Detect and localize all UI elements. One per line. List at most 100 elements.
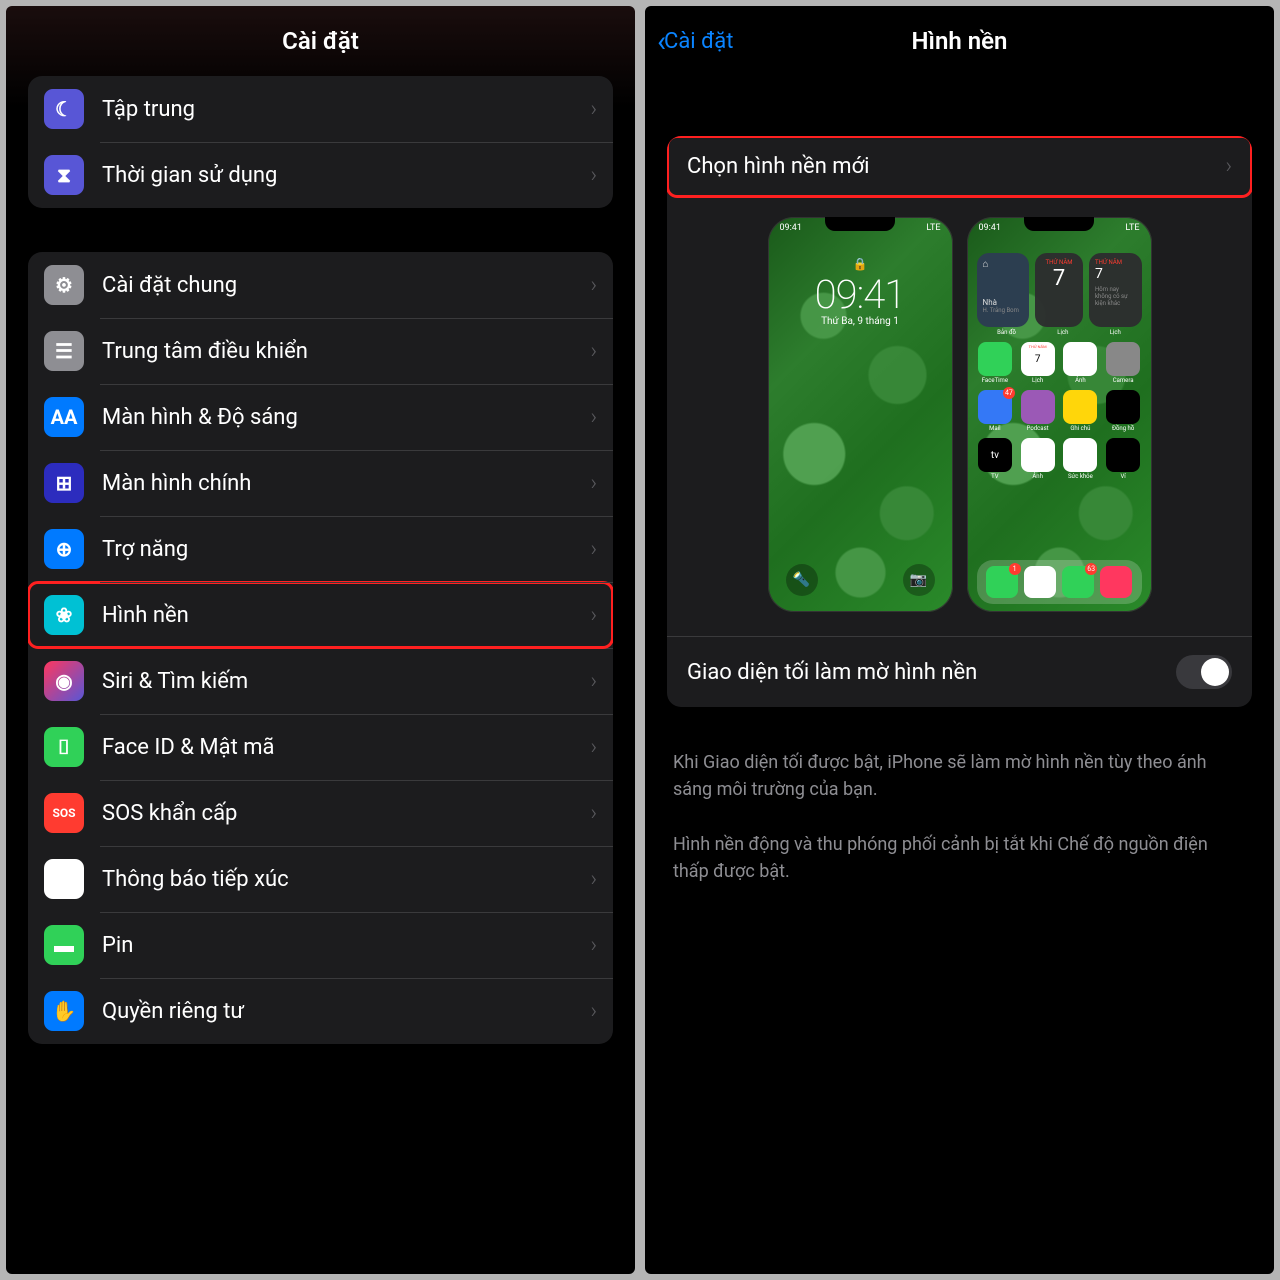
app-camera: Camera bbox=[1105, 342, 1142, 384]
dock-app-messages: 63 bbox=[1062, 566, 1094, 598]
chevron-right-icon: › bbox=[590, 735, 597, 760]
chevron-right-icon: › bbox=[590, 163, 597, 188]
wallpaper-group: Chọn hình nền mới › 09:41LTE 🔒 09:41 Thứ… bbox=[667, 136, 1252, 707]
settings-row-m-n-h-nh-s-ng[interactable]: AAMàn hình & Độ sáng› bbox=[28, 384, 613, 450]
settings-group-main: ⚙Cài đặt chung›☰Trung tâm điều khiển›AAM… bbox=[28, 252, 613, 1044]
settings-row-m-n-h-nh-ch-nh[interactable]: ⊞ Màn hình chính› bbox=[28, 450, 613, 516]
settings-row-face-id-m-t-m-[interactable]: ⌷ Face ID & Mật mã› bbox=[28, 714, 613, 780]
lock-date: Thứ Ba, 9 tháng 1 bbox=[821, 316, 899, 327]
siri-icon: ◉ bbox=[44, 661, 84, 701]
settings-row-sos-kh-n-c-p[interactable]: SOS SOS khẩn cấp› bbox=[28, 780, 613, 846]
row-label: Thời gian sử dụng bbox=[102, 163, 590, 188]
app-đồng hồ: Đồng hồ bbox=[1105, 390, 1142, 432]
row-label: Tập trung bbox=[102, 97, 590, 122]
settings-panel: Cài đặt ☾Tập trung›⧗Thời gian sử dụng› ⚙… bbox=[6, 6, 635, 1274]
back-label: Cài đặt bbox=[664, 29, 733, 54]
moon-icon: ☾ bbox=[44, 89, 84, 129]
settings-row-pin[interactable]: ▬ Pin› bbox=[28, 912, 613, 978]
lock-screen-preview[interactable]: 09:41LTE 🔒 09:41 Thứ Ba, 9 tháng 1 🔦 📷 bbox=[768, 217, 953, 612]
header: ‹ Cài đặt Hình nền bbox=[645, 6, 1274, 76]
header: Cài đặt bbox=[6, 6, 635, 76]
chevron-right-icon: › bbox=[590, 603, 597, 628]
chevron-right-icon: › bbox=[590, 933, 597, 958]
app-ví: Ví bbox=[1105, 438, 1142, 480]
apps-grid: FaceTimeTHỨ NĂM7LịchẢnhCamera47MailPodca… bbox=[977, 342, 1142, 480]
dim-wallpaper-row[interactable]: Giao diện tối làm mờ hình nền bbox=[667, 636, 1252, 707]
app-ghi chú: Ghi chú bbox=[1062, 390, 1099, 432]
lock-time: 09:41 bbox=[815, 271, 906, 318]
settings-row-siri-t-m-ki-m[interactable]: ◉Siri & Tìm kiếm› bbox=[28, 648, 613, 714]
row-label: SOS khẩn cấp bbox=[102, 801, 590, 826]
row-label: Pin bbox=[102, 933, 590, 958]
chevron-right-icon: › bbox=[590, 339, 597, 364]
page-title: Cài đặt bbox=[282, 27, 359, 55]
settings-row-h-nh-n-n[interactable]: ❀Hình nền› bbox=[28, 582, 613, 648]
events-widget: THỨ NĂM 7 Hôm nay không có sự kiện khác bbox=[1089, 253, 1142, 327]
wallpaper-previews: 09:41LTE 🔒 09:41 Thứ Ba, 9 tháng 1 🔦 📷 bbox=[667, 197, 1252, 636]
settings-group-focus: ☾Tập trung›⧗Thời gian sử dụng› bbox=[28, 76, 613, 208]
choose-wallpaper-label: Chọn hình nền mới bbox=[687, 154, 1225, 179]
page-title: Hình nền bbox=[912, 27, 1008, 55]
wallpaper-panel: ‹ Cài đặt Hình nền Chọn hình nền mới › 0… bbox=[645, 6, 1274, 1274]
flower-icon: ❀ bbox=[44, 595, 84, 635]
dim-wallpaper-label: Giao diện tối làm mờ hình nền bbox=[687, 660, 1176, 685]
app-mail: 47Mail bbox=[977, 390, 1014, 432]
flashlight-icon: 🔦 bbox=[786, 564, 818, 596]
row-label: Face ID & Mật mã bbox=[102, 735, 590, 760]
chevron-right-icon: › bbox=[590, 405, 597, 430]
app-ảnh: Ảnh bbox=[1019, 438, 1056, 480]
app-ảnh: Ảnh bbox=[1062, 342, 1099, 384]
faceid-icon: ⌷ bbox=[44, 727, 84, 767]
toggles-icon: ☰ bbox=[44, 331, 84, 371]
choose-wallpaper-row[interactable]: Chọn hình nền mới › bbox=[667, 136, 1252, 197]
gear-icon: ⚙ bbox=[44, 265, 84, 305]
settings-content[interactable]: ☾Tập trung›⧗Thời gian sử dụng› ⚙Cài đặt … bbox=[6, 76, 635, 1274]
hand-icon: ✋ bbox=[44, 991, 84, 1031]
chevron-right-icon: › bbox=[590, 471, 597, 496]
dim-wallpaper-toggle[interactable] bbox=[1176, 655, 1232, 689]
settings-row-tr-n-ng[interactable]: ⊕Trợ năng› bbox=[28, 516, 613, 582]
settings-row-quy-n-ri-ng-t-[interactable]: ✋ Quyền riêng tư› bbox=[28, 978, 613, 1044]
grid-icon: ⊞ bbox=[44, 463, 84, 503]
calendar-widget: THỨ NĂM 7 bbox=[1035, 253, 1083, 327]
app-facetime: FaceTime bbox=[977, 342, 1014, 384]
row-label: Màn hình & Độ sáng bbox=[102, 405, 590, 430]
chevron-right-icon: › bbox=[590, 273, 597, 298]
wallpaper-content[interactable]: Chọn hình nền mới › 09:41LTE 🔒 09:41 Thứ… bbox=[645, 76, 1274, 1274]
home-screen-preview[interactable]: 09:41LTE ⌂ Nhà H. Trảng Bom THỨ NĂM 7 bbox=[967, 217, 1152, 612]
app-lịch: THỨ NĂM7Lịch bbox=[1019, 342, 1056, 384]
settings-row-th-i-gian-s-d-ng[interactable]: ⧗ Thời gian sử dụng› bbox=[28, 142, 613, 208]
hourglass-icon: ⧗ bbox=[44, 155, 84, 195]
sos-icon: SOS bbox=[44, 793, 84, 833]
settings-row-th-ng-b-o-ti-p-x-c[interactable]: ◎ Thông báo tiếp xúc› bbox=[28, 846, 613, 912]
chevron-right-icon: › bbox=[590, 867, 597, 892]
row-label: Màn hình chính bbox=[102, 471, 590, 496]
settings-row-c-i-t-chung[interactable]: ⚙ Cài đặt chung› bbox=[28, 252, 613, 318]
battery-icon: ▬ bbox=[44, 925, 84, 965]
back-button[interactable]: ‹ Cài đặt bbox=[657, 24, 733, 59]
exposure-icon: ◎ bbox=[44, 859, 84, 899]
row-label: Quyền riêng tư bbox=[102, 999, 590, 1024]
settings-row-trung-t-m-i-u-khi-n[interactable]: ☰ Trung tâm điều khiển› bbox=[28, 318, 613, 384]
app-sức khỏe: Sức khỏe bbox=[1062, 438, 1099, 480]
app-podcast: Podcast bbox=[1019, 390, 1056, 432]
footer-text-1: Khi Giao diện tối được bật, iPhone sẽ là… bbox=[667, 735, 1252, 817]
chevron-right-icon: › bbox=[590, 999, 597, 1024]
row-label: Trung tâm điều khiển bbox=[102, 339, 590, 364]
home-content: ⌂ Nhà H. Trảng Bom THỨ NĂM 7 THỨ NĂM 7 bbox=[967, 217, 1152, 612]
app-tv: tvTV bbox=[977, 438, 1014, 480]
dock: 1 63 bbox=[977, 560, 1142, 604]
settings-row-t-p-trung[interactable]: ☾ Tập trung› bbox=[28, 76, 613, 142]
chevron-right-icon: › bbox=[590, 801, 597, 826]
lock-bottom-controls: 🔦 📷 bbox=[768, 564, 953, 596]
lock-content: 🔒 09:41 Thứ Ba, 9 tháng 1 bbox=[768, 217, 953, 612]
row-label: Cài đặt chung bbox=[102, 273, 590, 298]
chevron-right-icon: › bbox=[1225, 154, 1232, 179]
dock-app-phone: 1 bbox=[986, 566, 1018, 598]
row-label: Thông báo tiếp xúc bbox=[102, 867, 590, 892]
row-label: Trợ năng bbox=[102, 537, 590, 562]
map-widget: ⌂ Nhà H. Trảng Bom bbox=[977, 253, 1030, 327]
camera-icon: 📷 bbox=[903, 564, 935, 596]
person-icon: ⊕ bbox=[44, 529, 84, 569]
chevron-right-icon: › bbox=[590, 97, 597, 122]
